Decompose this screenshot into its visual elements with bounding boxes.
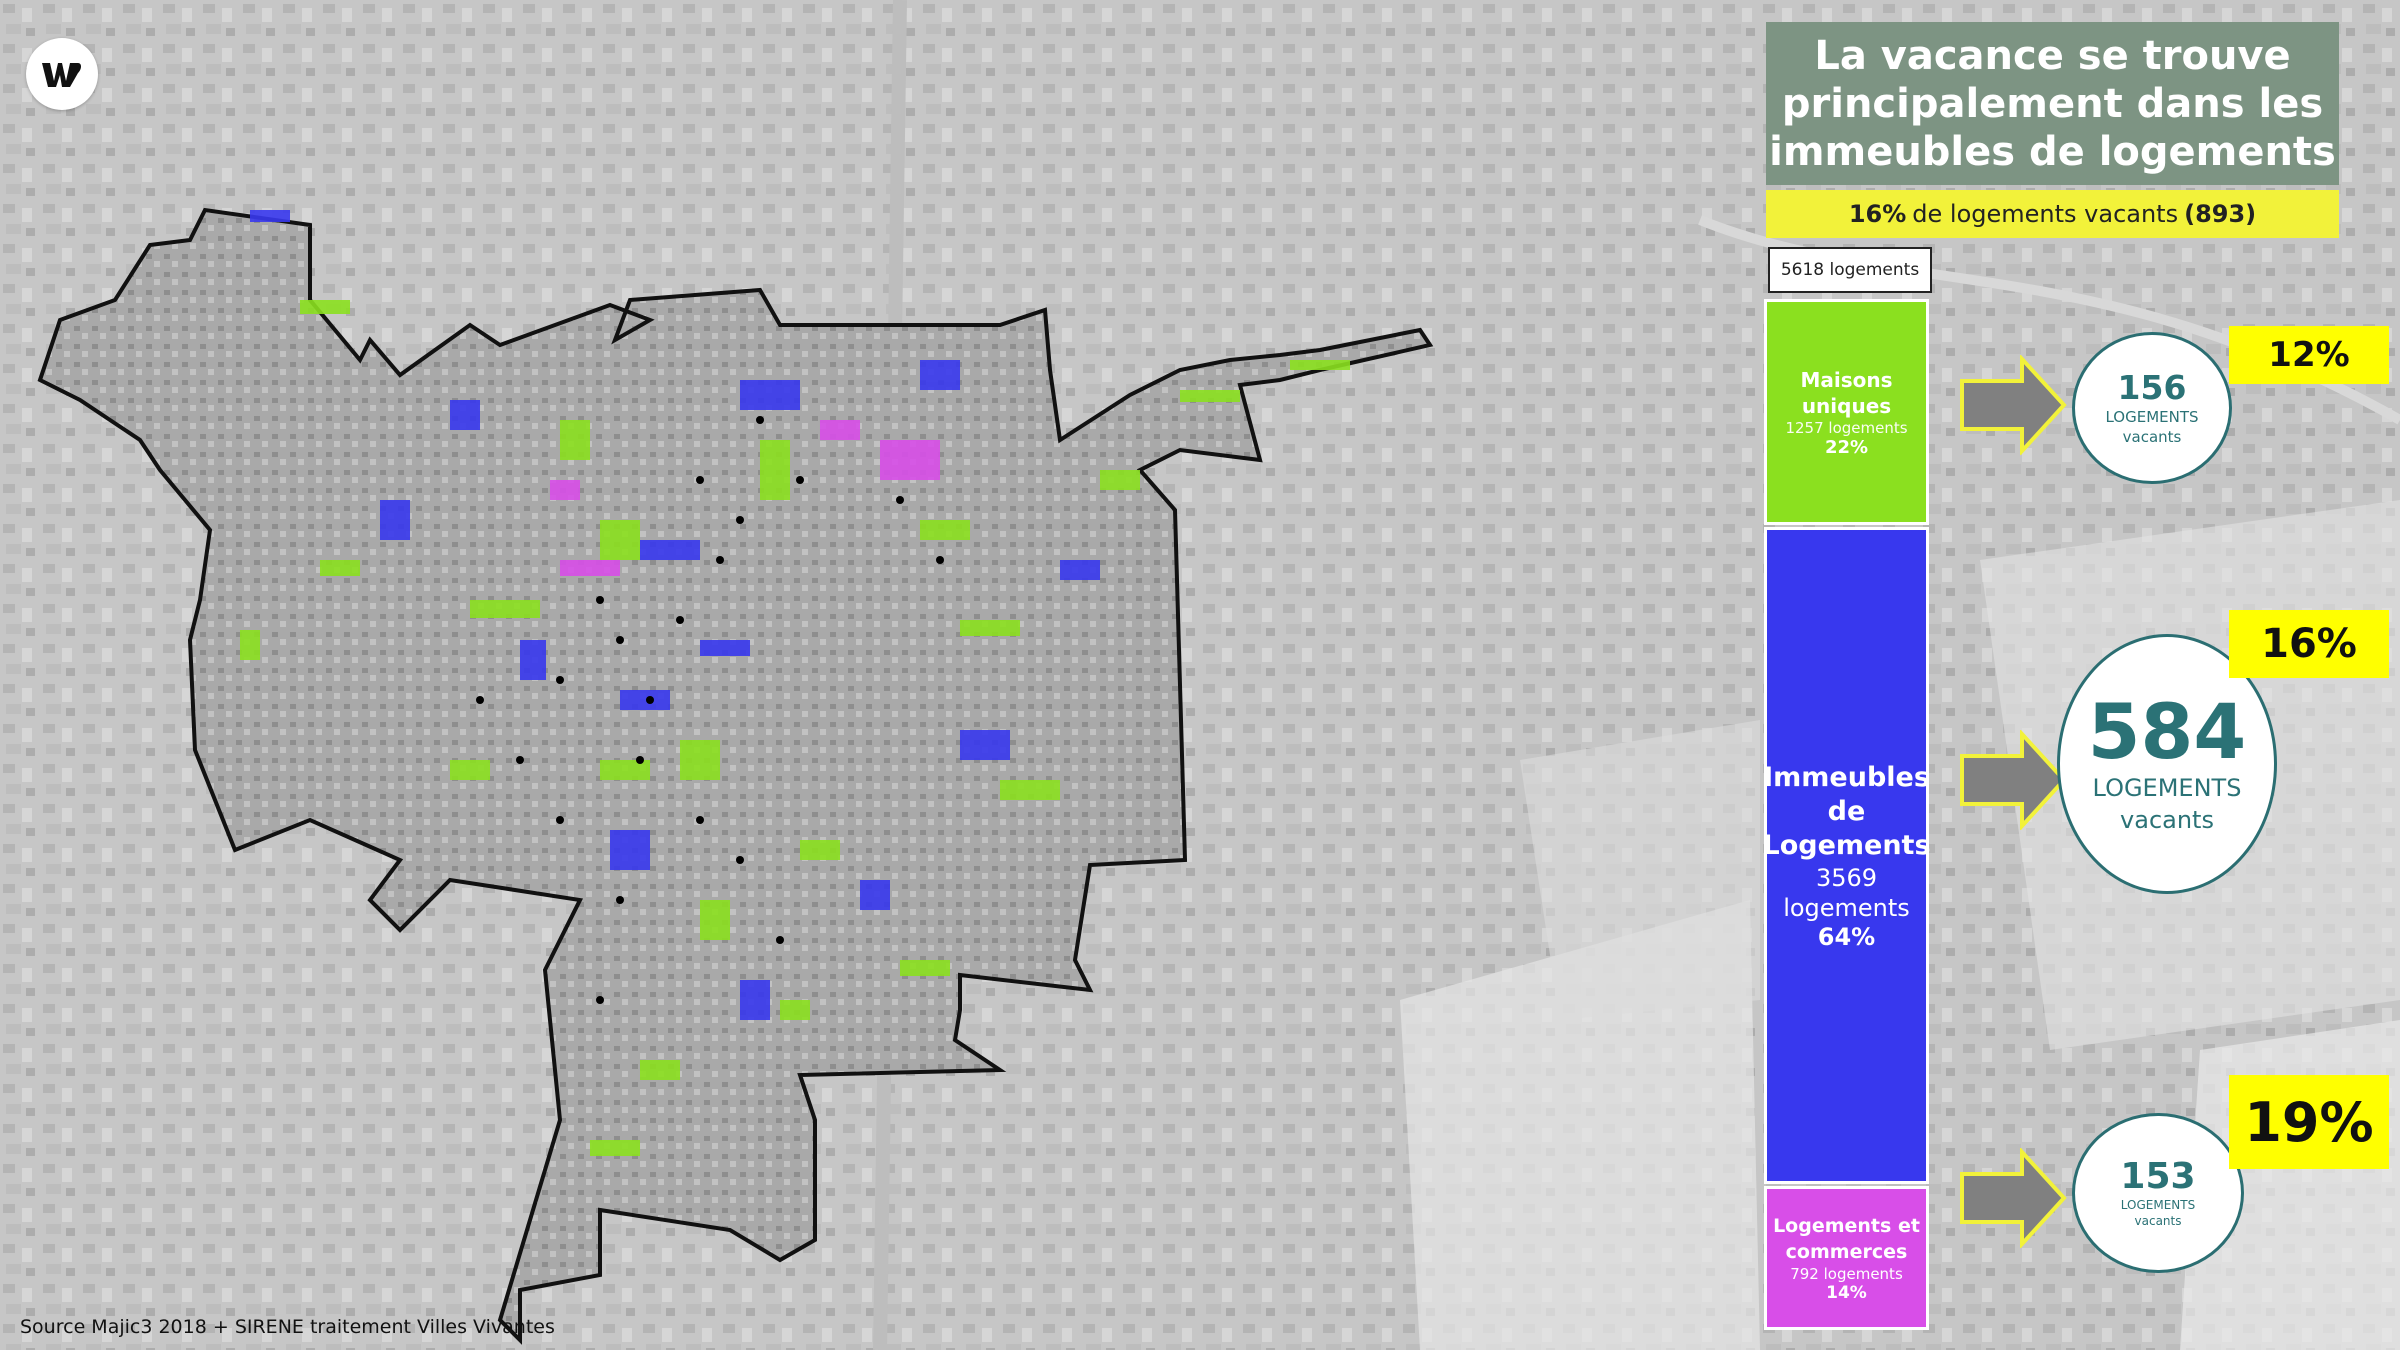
total-logements-box: 5618 logements bbox=[1768, 247, 1932, 293]
segment-count: 792 logements bbox=[1790, 1265, 1903, 1283]
segment-name: Immeubles bbox=[1763, 761, 1930, 793]
segment-count: 1257 logements bbox=[1785, 418, 1908, 437]
segment-name: de bbox=[1827, 795, 1866, 827]
segment-percentage: 14% bbox=[1826, 1283, 1867, 1303]
logo-mark-icon bbox=[42, 63, 81, 87]
segment-name: Logements et bbox=[1773, 1215, 1920, 1237]
vacant-label: LOGEMENTS bbox=[2120, 1198, 2196, 1212]
arrow-right-icon bbox=[1960, 355, 2067, 455]
segment-percentage: 22% bbox=[1824, 436, 1869, 458]
brand-logo bbox=[26, 38, 98, 110]
vacant-label: vacants bbox=[2134, 1214, 2182, 1228]
banner-count: (893) bbox=[2184, 200, 2257, 228]
arrow-right-icon bbox=[1960, 730, 2067, 830]
segment-maisons-uniques: Maisons uniques 1257 logements 22% bbox=[1764, 299, 1929, 525]
vacant-count: 156 bbox=[2117, 368, 2187, 407]
slide-title: La vacance se trouve principalement dans… bbox=[1766, 22, 2339, 185]
vacant-circle-commerces: 153 LOGEMENTS vacants bbox=[2072, 1113, 2244, 1273]
vacant-count: 153 bbox=[2120, 1156, 2196, 1197]
arrow-right-icon bbox=[1960, 1148, 2067, 1248]
vacant-circle-maisons: 156 LOGEMENTS vacants bbox=[2072, 332, 2232, 484]
segment-count: logements bbox=[1783, 893, 1910, 922]
segment-name: commerces bbox=[1785, 1241, 1908, 1263]
vacancy-rate-maisons: 12% bbox=[2229, 326, 2389, 384]
vacant-label: LOGEMENTS bbox=[2092, 774, 2242, 802]
vacant-label: vacants bbox=[2120, 806, 2214, 834]
vacancy-rate-immeubles: 16% bbox=[2229, 610, 2389, 678]
banner-text: de logements vacants bbox=[1912, 200, 2179, 228]
vacant-label: LOGEMENTS bbox=[2105, 408, 2199, 426]
segment-percentage: 64% bbox=[1817, 922, 1876, 951]
vacancy-banner: 16% de logements vacants (893) bbox=[1766, 190, 2339, 238]
banner-percentage: 16% bbox=[1848, 200, 1907, 228]
segment-logements-commerces: Logements et commerces 792 logements 14% bbox=[1764, 1186, 1929, 1330]
segment-name: Maisons bbox=[1800, 367, 1893, 392]
vacant-count: 584 bbox=[2087, 687, 2247, 776]
segment-name: Logements bbox=[1762, 829, 1931, 861]
vacancy-rate-commerces: 19% bbox=[2229, 1075, 2389, 1169]
segment-immeubles-logements: Immeubles de Logements 3569 logements 64… bbox=[1762, 527, 1931, 1184]
segment-count: 3569 bbox=[1815, 863, 1878, 892]
source-note: Source Majic3 2018 + SIRENE traitement V… bbox=[20, 1316, 555, 1338]
segment-name: uniques bbox=[1801, 393, 1892, 418]
vacant-label: vacants bbox=[2122, 428, 2182, 446]
